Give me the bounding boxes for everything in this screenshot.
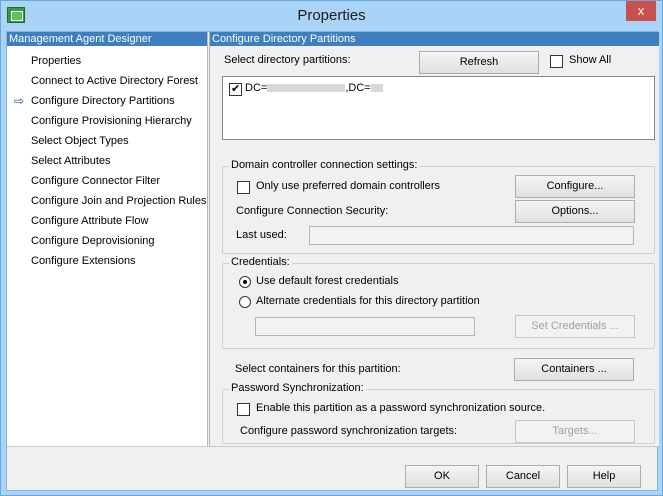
preferred-dc-label: Only use preferred domain controllers [256, 180, 441, 192]
last-used-label: Last used: [236, 229, 287, 241]
nav-item-deprovisioning[interactable]: Configure Deprovisioning [7, 231, 207, 251]
credentials-title: Credentials: [229, 256, 292, 268]
footer-separator [7, 446, 657, 447]
default-credentials-radio[interactable] [239, 276, 251, 288]
alternate-credentials-radio[interactable] [239, 296, 251, 308]
redacted-block [267, 84, 346, 93]
set-credentials-button[interactable]: Set Credentials ... [515, 315, 635, 338]
nav-item-attribute-flow[interactable]: Configure Attribute Flow [7, 211, 207, 231]
password-sync-checkbox[interactable] [237, 403, 250, 416]
partitions-listbox[interactable]: DC= ,DC= [222, 76, 655, 140]
last-used-field [309, 226, 634, 245]
designer-nav-pane: Management Agent Designer Properties Con… [7, 32, 208, 446]
nav-item-connect-forest[interactable]: Connect to Active Directory Forest [7, 71, 207, 91]
nav-item-label: Configure Extensions [31, 255, 136, 267]
ok-button[interactable]: OK [405, 465, 479, 488]
window-title: Properties [297, 7, 366, 24]
pane-splitter[interactable] [209, 32, 210, 446]
dc-settings-group: Domain controller connection settings: O… [222, 159, 655, 254]
password-sync-title: Password Synchronization: [229, 382, 366, 394]
redacted-block [370, 84, 383, 93]
show-all-checkbox[interactable] [550, 55, 563, 68]
dc-settings-title: Domain controller connection settings: [229, 159, 420, 171]
nav-item-properties[interactable]: Properties [7, 51, 207, 71]
current-step-arrow-icon: ⇨ [14, 94, 25, 108]
credentials-group: Credentials: Use default forest credenti… [222, 256, 655, 349]
show-all-label: Show All [569, 54, 612, 66]
nav-item-label: Configure Connector Filter [31, 175, 161, 187]
nav-item-label: Configure Directory Partitions [31, 95, 175, 107]
nav-item-object-types[interactable]: Select Object Types [7, 131, 207, 151]
nav-item-label: Select Attributes [31, 155, 111, 167]
partition-row[interactable]: DC= ,DC= [245, 82, 383, 94]
sync-targets-button[interactable]: Targets... [515, 420, 635, 443]
nav-item-join-projection[interactable]: Configure Join and Projection Rules [7, 191, 207, 211]
connection-security-label: Configure Connection Security: [236, 205, 389, 217]
nav-item-label: Configure Deprovisioning [31, 235, 155, 247]
partitions-pane: Select directory partitions: Refresh Sho… [212, 46, 659, 446]
help-button[interactable]: Help [567, 465, 641, 488]
partition-checkbox[interactable] [229, 82, 242, 96]
containers-label: Select containers for this partition: [235, 363, 401, 375]
nav-item-connector-filter[interactable]: Configure Connector Filter [7, 171, 207, 191]
nav-item-label: Connect to Active Directory Forest [31, 75, 198, 87]
designer-pane-header: Management Agent Designer [7, 32, 207, 46]
nav-item-label: Configure Provisioning Hierarchy [31, 115, 192, 127]
password-sync-group: Password Synchronization: Enable this pa… [222, 382, 655, 444]
partition-dc-separator: ,DC= [345, 82, 371, 94]
nav-item-label: Select Object Types [31, 135, 129, 147]
close-button[interactable]: x [626, 1, 656, 21]
select-partitions-label: Select directory partitions: [224, 54, 351, 66]
dialog-client-area: Management Agent Designer Properties Con… [6, 31, 659, 491]
nav-item-configure-partitions[interactable]: ⇨ Configure Directory Partitions [7, 91, 207, 111]
nav-item-label: Configure Attribute Flow [31, 215, 149, 227]
credentials-field [255, 317, 475, 336]
security-options-button[interactable]: Options... [515, 200, 635, 223]
nav-item-label: Properties [31, 55, 82, 67]
title-bar[interactable]: Properties x [1, 1, 662, 31]
configure-dc-button[interactable]: Configure... [515, 175, 635, 198]
nav-item-attributes[interactable]: Select Attributes [7, 151, 207, 171]
nav-item-label: Configure Join and Projection Rules [31, 195, 207, 207]
password-sync-label: Enable this partition as a password sync… [256, 402, 546, 414]
nav-item-extensions[interactable]: Configure Extensions [7, 251, 207, 271]
partition-dc-prefix: DC= [245, 82, 268, 94]
sync-targets-label: Configure password synchronization targe… [240, 425, 458, 437]
preferred-dc-checkbox[interactable] [237, 181, 250, 194]
default-credentials-label: Use default forest credentials [256, 275, 399, 287]
nav-item-provisioning-hierarchy[interactable]: Configure Provisioning Hierarchy [7, 111, 207, 131]
partitions-pane-header: Configure Directory Partitions [210, 32, 659, 46]
properties-window: Properties x Management Agent Designer P… [0, 0, 663, 496]
designer-nav-list: Properties Connect to Active Directory F… [7, 51, 207, 271]
cancel-button[interactable]: Cancel [486, 465, 560, 488]
alternate-credentials-label: Alternate credentials for this directory… [256, 295, 480, 307]
refresh-button[interactable]: Refresh [419, 51, 539, 74]
containers-button[interactable]: Containers ... [514, 358, 634, 381]
